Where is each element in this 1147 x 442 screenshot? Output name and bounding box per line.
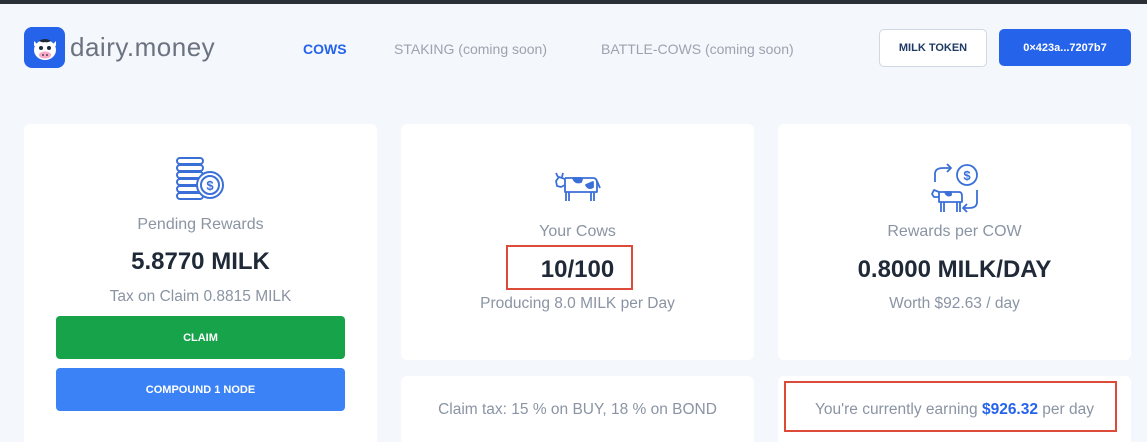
your-cows-card: Your Cows 10/100 Producing 8.0 MILK per … bbox=[401, 124, 754, 360]
rewards-per-cow-value: 0.8000 MILK/DAY bbox=[857, 256, 1052, 283]
pending-rewards-card: $ Pending Rewards 5.8770 MILK Tax on Cla… bbox=[24, 124, 377, 442]
claim-tax-text: Claim tax: 15 % on BUY, 18 % on BOND bbox=[438, 401, 717, 418]
svg-text:$: $ bbox=[963, 168, 971, 183]
logo[interactable]: dairy.money bbox=[24, 27, 215, 68]
svg-text:$: $ bbox=[206, 178, 214, 193]
coins-icon: $ bbox=[174, 155, 226, 206]
tax-on-claim: Tax on Claim 0.8815 MILK bbox=[109, 288, 292, 305]
your-cows-label: Your Cows bbox=[539, 223, 616, 240]
pending-rewards-label: Pending Rewards bbox=[137, 216, 264, 233]
nav-battle-cows[interactable]: BATTLE-COWS (coming soon) bbox=[601, 41, 794, 57]
top-border bbox=[0, 0, 1147, 4]
earning-highlight-box bbox=[784, 381, 1117, 432]
nav-staking[interactable]: STAKING (coming soon) bbox=[394, 41, 547, 57]
rewards-per-cow-card: $ Rewards per COW 0.8000 MILK/DAY Worth … bbox=[778, 124, 1131, 360]
claim-button[interactable]: CLAIM bbox=[56, 316, 345, 359]
nav-cows[interactable]: COWS bbox=[303, 41, 347, 57]
worth-per-day: Worth $92.63 / day bbox=[889, 295, 1020, 312]
claim-tax-card: Claim tax: 15 % on BUY, 18 % on BOND bbox=[401, 376, 754, 442]
compound-button[interactable]: COMPOUND 1 NODE bbox=[56, 368, 345, 411]
rewards-per-cow-label: Rewards per COW bbox=[887, 223, 1022, 240]
milk-token-button[interactable]: MILK TOKEN bbox=[879, 29, 987, 67]
cow-exchange-icon: $ bbox=[929, 162, 983, 221]
producing-per-day: Producing 8.0 MILK per Day bbox=[480, 295, 675, 312]
wallet-address-button[interactable]: 0×423a...7207b7 bbox=[999, 29, 1131, 66]
logo-text: dairy.money bbox=[70, 32, 216, 62]
highlight-box bbox=[506, 245, 633, 290]
cow-icon bbox=[553, 168, 601, 209]
pending-rewards-value: 5.8770 MILK bbox=[131, 248, 270, 275]
cow-face-icon bbox=[24, 27, 65, 68]
